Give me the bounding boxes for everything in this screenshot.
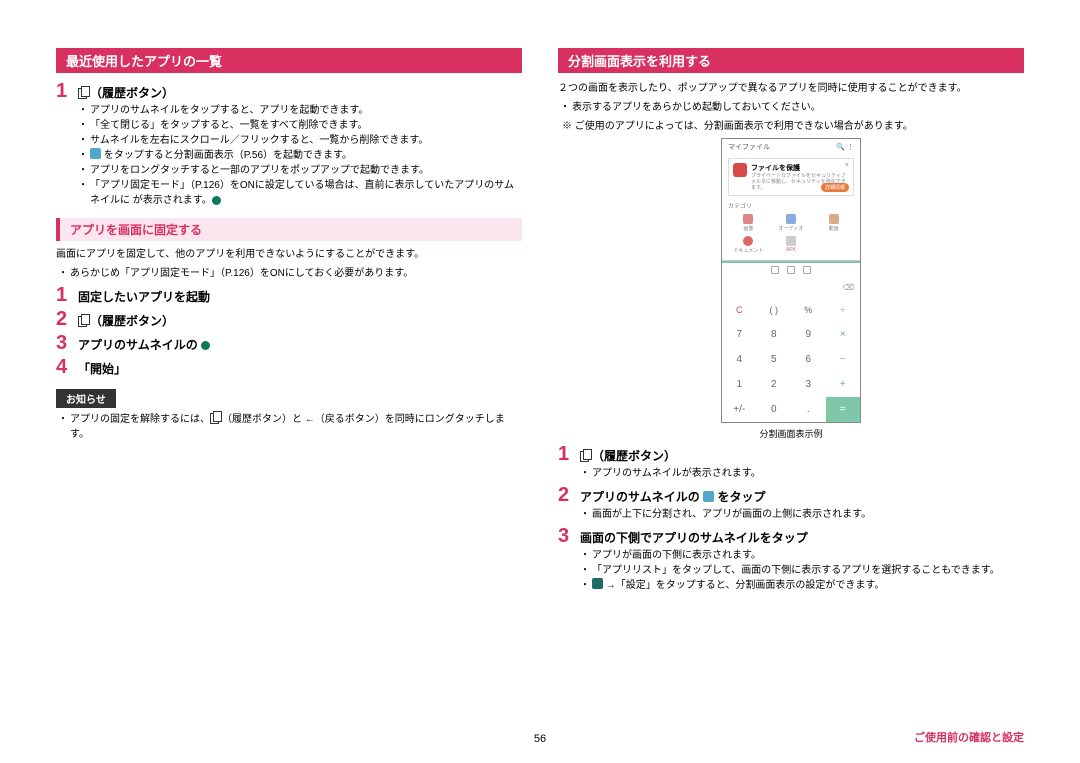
notice-text: アプリの固定を解除するには、（履歴ボタン）と （戻るボタン）を同時にロングタッチ… [60, 412, 522, 442]
split-icon [90, 148, 101, 159]
notice-box: お知らせ アプリの固定を解除するには、（履歴ボタン）と （戻るボタン）を同時にロ… [56, 379, 522, 442]
pin-step-4: 4「開始」 [56, 357, 522, 377]
step-title: アプリのサムネイルの をタップ [580, 488, 765, 505]
pin-step-3: 3アプリのサムネイルの [56, 333, 522, 353]
recents-icon [78, 88, 90, 98]
phone-caption: 分割画面表示例 [558, 427, 1024, 440]
bullet: →「設定」をタップすると、分割画面表示の設定ができます。 [582, 578, 1024, 593]
bullet: 「アプリ固定モード」（P.126）をONに設定している場合は、直前に表示していた… [80, 178, 522, 208]
split-top-notes: 表示するアプリをあらかじめ起動しておいてください。 [562, 100, 1024, 115]
phone-mock: マイファイル 🔍 ⋮ ファイルを保護 プライベートなファイルをセキュリティフォル… [721, 138, 861, 423]
bullet: アプリのサムネイルをタップすると、アプリを起動できます。 [80, 103, 522, 118]
bullet: アプリをロングタッチすると一部のアプリをポップアップで起動できます。 [80, 163, 522, 178]
calc-display: ⌫ [722, 277, 860, 298]
split-step-2: 2アプリのサムネイルの をタップ [558, 485, 1024, 505]
heading-pin-app: アプリを画面に固定する [56, 218, 522, 241]
split-icon [703, 491, 714, 502]
step-title: （履歴ボタン） [78, 312, 174, 329]
category-row: 画像 オーディオ 動画 [722, 212, 860, 234]
page-number: 56 [534, 733, 546, 745]
pin-prereq: あらかじめ「アプリ固定モード」（P.126）をONにしておく必要があります。 [60, 266, 522, 281]
split-note-asterisk: ※ ご使用のアプリによっては、分割画面表示で利用できない場合があります。 [562, 119, 1024, 134]
notice-label: お知らせ [56, 389, 116, 408]
close-icon: × [845, 162, 849, 169]
category-row: ドキュメント APK [722, 234, 860, 256]
step-title: （履歴ボタン） [580, 447, 676, 464]
recents-icon [580, 451, 592, 461]
step-number: 2 [56, 309, 78, 329]
step-number: 4 [56, 357, 78, 377]
split-step-1: 1（履歴ボタン） [558, 444, 1024, 464]
split-step-3: 3画面の下側でアプリのサムネイルをタップ [558, 526, 1024, 546]
phone-card: ファイルを保護 プライベートなファイルをセキュリティフォルダに移動し、セキュリテ… [728, 158, 854, 196]
category-label: カテゴリ [722, 199, 860, 212]
step-title: 画面の下側でアプリのサムネイルをタップ [580, 529, 808, 546]
phone-titlebar: マイファイル 🔍 ⋮ [722, 139, 860, 155]
shield-icon [733, 163, 747, 177]
pin-intro: 画面にアプリを固定して、他のアプリを利用できないようにすることができます。 [56, 247, 522, 262]
back-icon [305, 412, 315, 427]
step-title: （履歴ボタン） [78, 84, 174, 101]
bullet: アプリが画面の下側に表示されます。 [582, 548, 1024, 563]
pin-dot-icon [212, 196, 221, 205]
step1-bullets: アプリのサムネイルをタップすると、アプリを起動できます。 「全て閉じる」をタップ… [80, 103, 522, 208]
bullet: 表示するアプリをあらかじめ起動しておいてください。 [562, 100, 1024, 115]
step-number: 1 [56, 81, 78, 101]
step-number: 1 [56, 285, 78, 305]
bullet: をタップすると分割画面表示（P.56）を起動できます。 [80, 148, 522, 163]
calculator: ⌫ C( )%÷ 789× 456− 123+ +/-0.= [722, 277, 860, 422]
bullet: 「アプリリスト」をタップして、画面の下側に表示するアプリを選択することもできます… [582, 563, 1024, 578]
card-button: 詳細情報 [821, 183, 849, 192]
bullet: サムネイルを左右にスクロール／フリックすると、一覧から削除できます。 [80, 133, 522, 148]
section-footer: ご使用前の確認と設定 [914, 729, 1024, 745]
step-1: 1 （履歴ボタン） [56, 81, 522, 101]
step-number: 3 [558, 526, 580, 546]
pin-step-2: 2（履歴ボタン） [56, 309, 522, 329]
card-title: ファイルを保護 [751, 163, 849, 173]
pin-step-1: 1固定したいアプリを起動 [56, 285, 522, 305]
bullet: あらかじめ「アプリ固定モード」（P.126）をONにしておく必要があります。 [60, 266, 522, 281]
phone-icons: 🔍 ⋮ [836, 143, 854, 151]
heading-split-screen: 分割画面表示を利用する [558, 48, 1024, 73]
heading-recent-apps: 最近使用したアプリの一覧 [56, 48, 522, 73]
step-number: 1 [558, 444, 580, 464]
bullet: 画面が上下に分割され、アプリが画面の上側に表示されます。 [582, 507, 1024, 522]
step-title: アプリのサムネイルの [78, 336, 210, 353]
bullet: 「全て閉じる」をタップすると、一覧をすべて削除できます。 [80, 118, 522, 133]
step-title: 「開始」 [78, 360, 126, 377]
step-number: 2 [558, 485, 580, 505]
recents-icon [78, 316, 90, 326]
split-intro: ２つの画面を表示したり、ポップアップで異なるアプリを同時に使用することができます… [558, 81, 1024, 96]
step-title: 固定したいアプリを起動 [78, 288, 210, 305]
bullet: アプリのサムネイルが表示されます。 [582, 466, 1024, 481]
recents-icon [210, 413, 222, 423]
dock [722, 263, 860, 277]
step-number: 3 [56, 333, 78, 353]
pin-dot-icon [201, 341, 210, 350]
phone-title: マイファイル [728, 142, 770, 152]
menu-icon [592, 578, 603, 589]
